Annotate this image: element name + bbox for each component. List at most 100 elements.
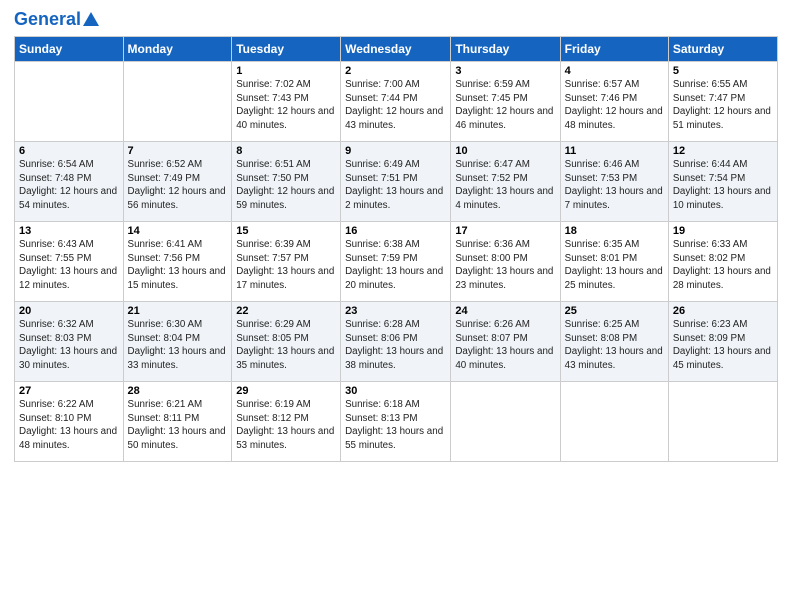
day-number: 3 <box>455 65 555 77</box>
day-info: Sunrise: 7:02 AM Sunset: 7:43 PM Dayligh… <box>236 78 336 133</box>
day-number: 16 <box>345 225 446 237</box>
day-info: Sunrise: 6:33 AM Sunset: 8:02 PM Dayligh… <box>673 238 773 293</box>
logo: General <box>14 10 99 28</box>
calendar-cell <box>123 62 232 142</box>
calendar-cell: 22Sunrise: 6:29 AM Sunset: 8:05 PM Dayli… <box>232 302 341 382</box>
calendar-cell: 13Sunrise: 6:43 AM Sunset: 7:55 PM Dayli… <box>15 222 124 302</box>
day-header-thursday: Thursday <box>451 37 560 62</box>
day-number: 30 <box>345 385 446 397</box>
day-info: Sunrise: 6:29 AM Sunset: 8:05 PM Dayligh… <box>236 318 336 373</box>
day-number: 25 <box>565 305 664 317</box>
calendar-cell: 8Sunrise: 6:51 AM Sunset: 7:50 PM Daylig… <box>232 142 341 222</box>
day-number: 21 <box>128 305 228 317</box>
day-number: 17 <box>455 225 555 237</box>
day-number: 27 <box>19 385 119 397</box>
calendar-header-row: SundayMondayTuesdayWednesdayThursdayFrid… <box>15 37 778 62</box>
day-info: Sunrise: 6:32 AM Sunset: 8:03 PM Dayligh… <box>19 318 119 373</box>
day-info: Sunrise: 6:44 AM Sunset: 7:54 PM Dayligh… <box>673 158 773 213</box>
day-info: Sunrise: 6:46 AM Sunset: 7:53 PM Dayligh… <box>565 158 664 213</box>
calendar-cell: 1Sunrise: 7:02 AM Sunset: 7:43 PM Daylig… <box>232 62 341 142</box>
calendar-cell: 4Sunrise: 6:57 AM Sunset: 7:46 PM Daylig… <box>560 62 668 142</box>
day-number: 8 <box>236 145 336 157</box>
calendar-cell: 28Sunrise: 6:21 AM Sunset: 8:11 PM Dayli… <box>123 382 232 462</box>
logo-text: General <box>14 10 81 28</box>
day-number: 29 <box>236 385 336 397</box>
day-number: 7 <box>128 145 228 157</box>
day-number: 13 <box>19 225 119 237</box>
day-number: 1 <box>236 65 336 77</box>
calendar-cell: 11Sunrise: 6:46 AM Sunset: 7:53 PM Dayli… <box>560 142 668 222</box>
calendar-cell <box>451 382 560 462</box>
day-number: 23 <box>345 305 446 317</box>
day-header-friday: Friday <box>560 37 668 62</box>
calendar-cell: 6Sunrise: 6:54 AM Sunset: 7:48 PM Daylig… <box>15 142 124 222</box>
day-number: 2 <box>345 65 446 77</box>
calendar-cell: 19Sunrise: 6:33 AM Sunset: 8:02 PM Dayli… <box>668 222 777 302</box>
calendar-week-row: 20Sunrise: 6:32 AM Sunset: 8:03 PM Dayli… <box>15 302 778 382</box>
calendar-cell: 14Sunrise: 6:41 AM Sunset: 7:56 PM Dayli… <box>123 222 232 302</box>
day-number: 5 <box>673 65 773 77</box>
calendar-cell: 21Sunrise: 6:30 AM Sunset: 8:04 PM Dayli… <box>123 302 232 382</box>
calendar-cell: 3Sunrise: 6:59 AM Sunset: 7:45 PM Daylig… <box>451 62 560 142</box>
day-info: Sunrise: 6:19 AM Sunset: 8:12 PM Dayligh… <box>236 398 336 453</box>
calendar-cell <box>668 382 777 462</box>
day-header-saturday: Saturday <box>668 37 777 62</box>
calendar-cell: 7Sunrise: 6:52 AM Sunset: 7:49 PM Daylig… <box>123 142 232 222</box>
day-info: Sunrise: 6:55 AM Sunset: 7:47 PM Dayligh… <box>673 78 773 133</box>
calendar-cell: 29Sunrise: 6:19 AM Sunset: 8:12 PM Dayli… <box>232 382 341 462</box>
day-info: Sunrise: 6:22 AM Sunset: 8:10 PM Dayligh… <box>19 398 119 453</box>
day-number: 4 <box>565 65 664 77</box>
calendar-cell: 10Sunrise: 6:47 AM Sunset: 7:52 PM Dayli… <box>451 142 560 222</box>
logo-triangle-icon <box>83 12 99 26</box>
day-number: 11 <box>565 145 664 157</box>
day-number: 24 <box>455 305 555 317</box>
day-info: Sunrise: 6:43 AM Sunset: 7:55 PM Dayligh… <box>19 238 119 293</box>
calendar-table: SundayMondayTuesdayWednesdayThursdayFrid… <box>14 36 778 462</box>
calendar-cell <box>15 62 124 142</box>
header: General <box>14 10 778 28</box>
day-number: 22 <box>236 305 336 317</box>
day-header-sunday: Sunday <box>15 37 124 62</box>
day-number: 26 <box>673 305 773 317</box>
day-info: Sunrise: 7:00 AM Sunset: 7:44 PM Dayligh… <box>345 78 446 133</box>
day-info: Sunrise: 6:36 AM Sunset: 8:00 PM Dayligh… <box>455 238 555 293</box>
day-info: Sunrise: 6:35 AM Sunset: 8:01 PM Dayligh… <box>565 238 664 293</box>
calendar-cell: 26Sunrise: 6:23 AM Sunset: 8:09 PM Dayli… <box>668 302 777 382</box>
day-header-tuesday: Tuesday <box>232 37 341 62</box>
day-number: 9 <box>345 145 446 157</box>
day-info: Sunrise: 6:28 AM Sunset: 8:06 PM Dayligh… <box>345 318 446 373</box>
calendar-week-row: 13Sunrise: 6:43 AM Sunset: 7:55 PM Dayli… <box>15 222 778 302</box>
day-info: Sunrise: 6:38 AM Sunset: 7:59 PM Dayligh… <box>345 238 446 293</box>
day-info: Sunrise: 6:57 AM Sunset: 7:46 PM Dayligh… <box>565 78 664 133</box>
day-info: Sunrise: 6:26 AM Sunset: 8:07 PM Dayligh… <box>455 318 555 373</box>
calendar-week-row: 6Sunrise: 6:54 AM Sunset: 7:48 PM Daylig… <box>15 142 778 222</box>
calendar-week-row: 27Sunrise: 6:22 AM Sunset: 8:10 PM Dayli… <box>15 382 778 462</box>
calendar-cell: 9Sunrise: 6:49 AM Sunset: 7:51 PM Daylig… <box>341 142 451 222</box>
calendar-cell: 12Sunrise: 6:44 AM Sunset: 7:54 PM Dayli… <box>668 142 777 222</box>
calendar-cell: 18Sunrise: 6:35 AM Sunset: 8:01 PM Dayli… <box>560 222 668 302</box>
day-number: 12 <box>673 145 773 157</box>
calendar-cell: 5Sunrise: 6:55 AM Sunset: 7:47 PM Daylig… <box>668 62 777 142</box>
day-number: 14 <box>128 225 228 237</box>
day-info: Sunrise: 6:25 AM Sunset: 8:08 PM Dayligh… <box>565 318 664 373</box>
day-info: Sunrise: 6:23 AM Sunset: 8:09 PM Dayligh… <box>673 318 773 373</box>
day-info: Sunrise: 6:21 AM Sunset: 8:11 PM Dayligh… <box>128 398 228 453</box>
day-info: Sunrise: 6:41 AM Sunset: 7:56 PM Dayligh… <box>128 238 228 293</box>
calendar-cell: 24Sunrise: 6:26 AM Sunset: 8:07 PM Dayli… <box>451 302 560 382</box>
calendar-cell: 27Sunrise: 6:22 AM Sunset: 8:10 PM Dayli… <box>15 382 124 462</box>
day-info: Sunrise: 6:30 AM Sunset: 8:04 PM Dayligh… <box>128 318 228 373</box>
calendar-cell: 30Sunrise: 6:18 AM Sunset: 8:13 PM Dayli… <box>341 382 451 462</box>
calendar-week-row: 1Sunrise: 7:02 AM Sunset: 7:43 PM Daylig… <box>15 62 778 142</box>
day-header-wednesday: Wednesday <box>341 37 451 62</box>
day-number: 20 <box>19 305 119 317</box>
day-info: Sunrise: 6:59 AM Sunset: 7:45 PM Dayligh… <box>455 78 555 133</box>
day-number: 28 <box>128 385 228 397</box>
day-number: 10 <box>455 145 555 157</box>
day-info: Sunrise: 6:52 AM Sunset: 7:49 PM Dayligh… <box>128 158 228 213</box>
calendar-cell: 23Sunrise: 6:28 AM Sunset: 8:06 PM Dayli… <box>341 302 451 382</box>
day-number: 19 <box>673 225 773 237</box>
day-info: Sunrise: 6:47 AM Sunset: 7:52 PM Dayligh… <box>455 158 555 213</box>
calendar-cell: 2Sunrise: 7:00 AM Sunset: 7:44 PM Daylig… <box>341 62 451 142</box>
calendar-cell <box>560 382 668 462</box>
day-info: Sunrise: 6:18 AM Sunset: 8:13 PM Dayligh… <box>345 398 446 453</box>
